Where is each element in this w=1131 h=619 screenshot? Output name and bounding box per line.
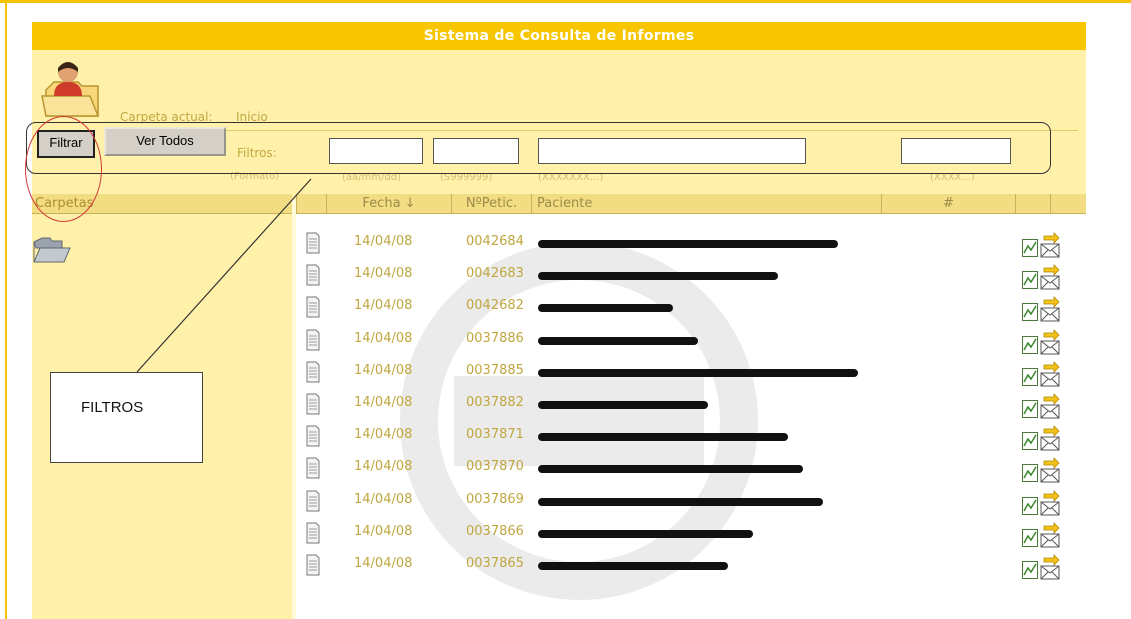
redacted-patient-name — [538, 465, 803, 474]
document-icon[interactable] — [306, 264, 320, 286]
window-left-border — [5, 0, 7, 619]
document-icon[interactable] — [306, 329, 320, 351]
row-date: 14/04/08 — [354, 427, 413, 443]
mail-send-icon[interactable] — [1040, 328, 1060, 355]
row-date: 14/04/08 — [354, 523, 413, 539]
row-petition: 0042684 — [466, 234, 524, 249]
chart-icon[interactable] — [1022, 303, 1038, 322]
reports-table: Fecha ↓ NºPetic. Paciente # 14/04/08 0042… — [296, 194, 1086, 619]
table-row[interactable]: 14/04/08 0042683 — [296, 260, 1086, 290]
row-petition: 0037871 — [466, 427, 524, 443]
mail-send-icon[interactable] — [1040, 489, 1060, 516]
chart-icon[interactable] — [1022, 239, 1038, 257]
redacted-patient-name — [538, 433, 788, 442]
chart-icon[interactable] — [1022, 400, 1038, 418]
row-petition: 0037882 — [466, 395, 524, 410]
document-icon[interactable] — [306, 361, 320, 383]
filters-annotation-box: FILTROS — [50, 372, 203, 463]
chart-icon[interactable] — [1022, 561, 1038, 579]
mail-send-icon[interactable] — [1040, 521, 1060, 548]
icon-column-header — [296, 194, 326, 214]
document-icon[interactable] — [306, 457, 320, 479]
document-icon[interactable] — [306, 490, 320, 512]
table-row[interactable]: 14/04/08 0037869 — [296, 486, 1086, 516]
mail-send-icon[interactable] — [1040, 425, 1060, 451]
row-date: 14/04/08 — [354, 266, 413, 282]
row-petition: 0042683 — [466, 266, 524, 282]
chart-icon[interactable] — [1022, 464, 1038, 483]
patient-column-header[interactable]: Paciente — [531, 194, 881, 214]
mail-send-icon[interactable] — [1040, 457, 1060, 483]
chart-icon[interactable] — [1022, 528, 1038, 547]
chart-icon[interactable] — [1022, 335, 1038, 354]
petition-column-header[interactable]: NºPetic. — [451, 194, 531, 214]
redacted-patient-name — [538, 368, 858, 377]
redacted-patient-name — [538, 562, 728, 570]
date-column-header[interactable]: Fecha ↓ — [326, 194, 451, 214]
row-petition: 0037886 — [466, 330, 524, 346]
row-petition: 0037865 — [466, 556, 524, 571]
open-folder-icon[interactable] — [32, 234, 72, 266]
action-column-header — [1015, 194, 1050, 214]
chart-icon[interactable] — [1022, 432, 1038, 451]
window-top-border — [0, 0, 1131, 3]
redacted-patient-name — [538, 497, 823, 506]
table-row[interactable]: 14/04/08 0037865 — [296, 550, 1086, 580]
chart-icon[interactable] — [1022, 367, 1038, 386]
row-petition: 0037869 — [466, 491, 524, 507]
user-folder-icon — [41, 62, 100, 117]
row-date: 14/04/08 — [354, 362, 413, 378]
document-icon[interactable] — [306, 232, 320, 254]
document-icon[interactable] — [306, 554, 320, 576]
row-date: 14/04/08 — [354, 491, 413, 507]
row-petition: 0037866 — [466, 523, 524, 539]
table-row[interactable]: 14/04/08 0042682 — [296, 292, 1086, 322]
mail-send-icon[interactable] — [1040, 264, 1060, 290]
filters-annotation-label: FILTROS — [81, 399, 144, 416]
row-date: 14/04/08 — [354, 298, 413, 314]
redacted-patient-name — [538, 272, 778, 281]
action-column-header-2 — [1050, 194, 1086, 214]
row-date: 14/04/08 — [354, 234, 413, 249]
mail-send-icon[interactable] — [1040, 393, 1060, 419]
table-row[interactable]: 14/04/08 0042684 — [296, 228, 1086, 258]
document-icon[interactable] — [306, 393, 320, 415]
filter-button-highlight — [25, 116, 102, 222]
document-icon[interactable] — [306, 522, 320, 544]
row-date: 14/04/08 — [354, 330, 413, 346]
app-window: Sistema de Consulta de Informes Carpeta … — [32, 22, 1086, 619]
redacted-patient-name — [538, 529, 753, 538]
table-row[interactable]: 14/04/08 0037870 — [296, 453, 1086, 483]
chart-icon[interactable] — [1022, 496, 1038, 515]
table-row[interactable]: 14/04/08 0037882 — [296, 389, 1086, 419]
mail-send-icon[interactable] — [1040, 232, 1060, 258]
mail-send-icon[interactable] — [1040, 296, 1060, 322]
mail-send-icon[interactable] — [1040, 360, 1060, 387]
app-title: Sistema de Consulta de Informes — [32, 22, 1086, 50]
table-row[interactable]: 14/04/08 0037871 — [296, 421, 1086, 451]
hash-column-header: # — [881, 194, 1015, 214]
table-row[interactable]: 14/04/08 0037866 — [296, 518, 1086, 548]
redacted-patient-name — [538, 240, 838, 248]
row-date: 14/04/08 — [354, 556, 413, 571]
mail-send-icon[interactable] — [1040, 554, 1060, 580]
table-row[interactable]: 14/04/08 0037885 — [296, 357, 1086, 387]
chart-icon[interactable] — [1022, 271, 1038, 290]
redacted-patient-name — [538, 336, 698, 345]
row-date: 14/04/08 — [354, 459, 413, 475]
row-date: 14/04/08 — [354, 395, 413, 410]
row-petition: 0042682 — [466, 298, 524, 314]
table-row[interactable]: 14/04/08 0037886 — [296, 325, 1086, 355]
redacted-patient-name — [538, 401, 708, 409]
row-petition: 0037885 — [466, 362, 524, 378]
redacted-patient-name — [538, 304, 673, 313]
row-petition: 0037870 — [466, 459, 524, 475]
table-header: Fecha ↓ NºPetic. Paciente # — [296, 194, 1086, 214]
document-icon[interactable] — [306, 425, 320, 447]
filters-highlight-outline — [26, 122, 1051, 174]
document-icon[interactable] — [306, 296, 320, 318]
